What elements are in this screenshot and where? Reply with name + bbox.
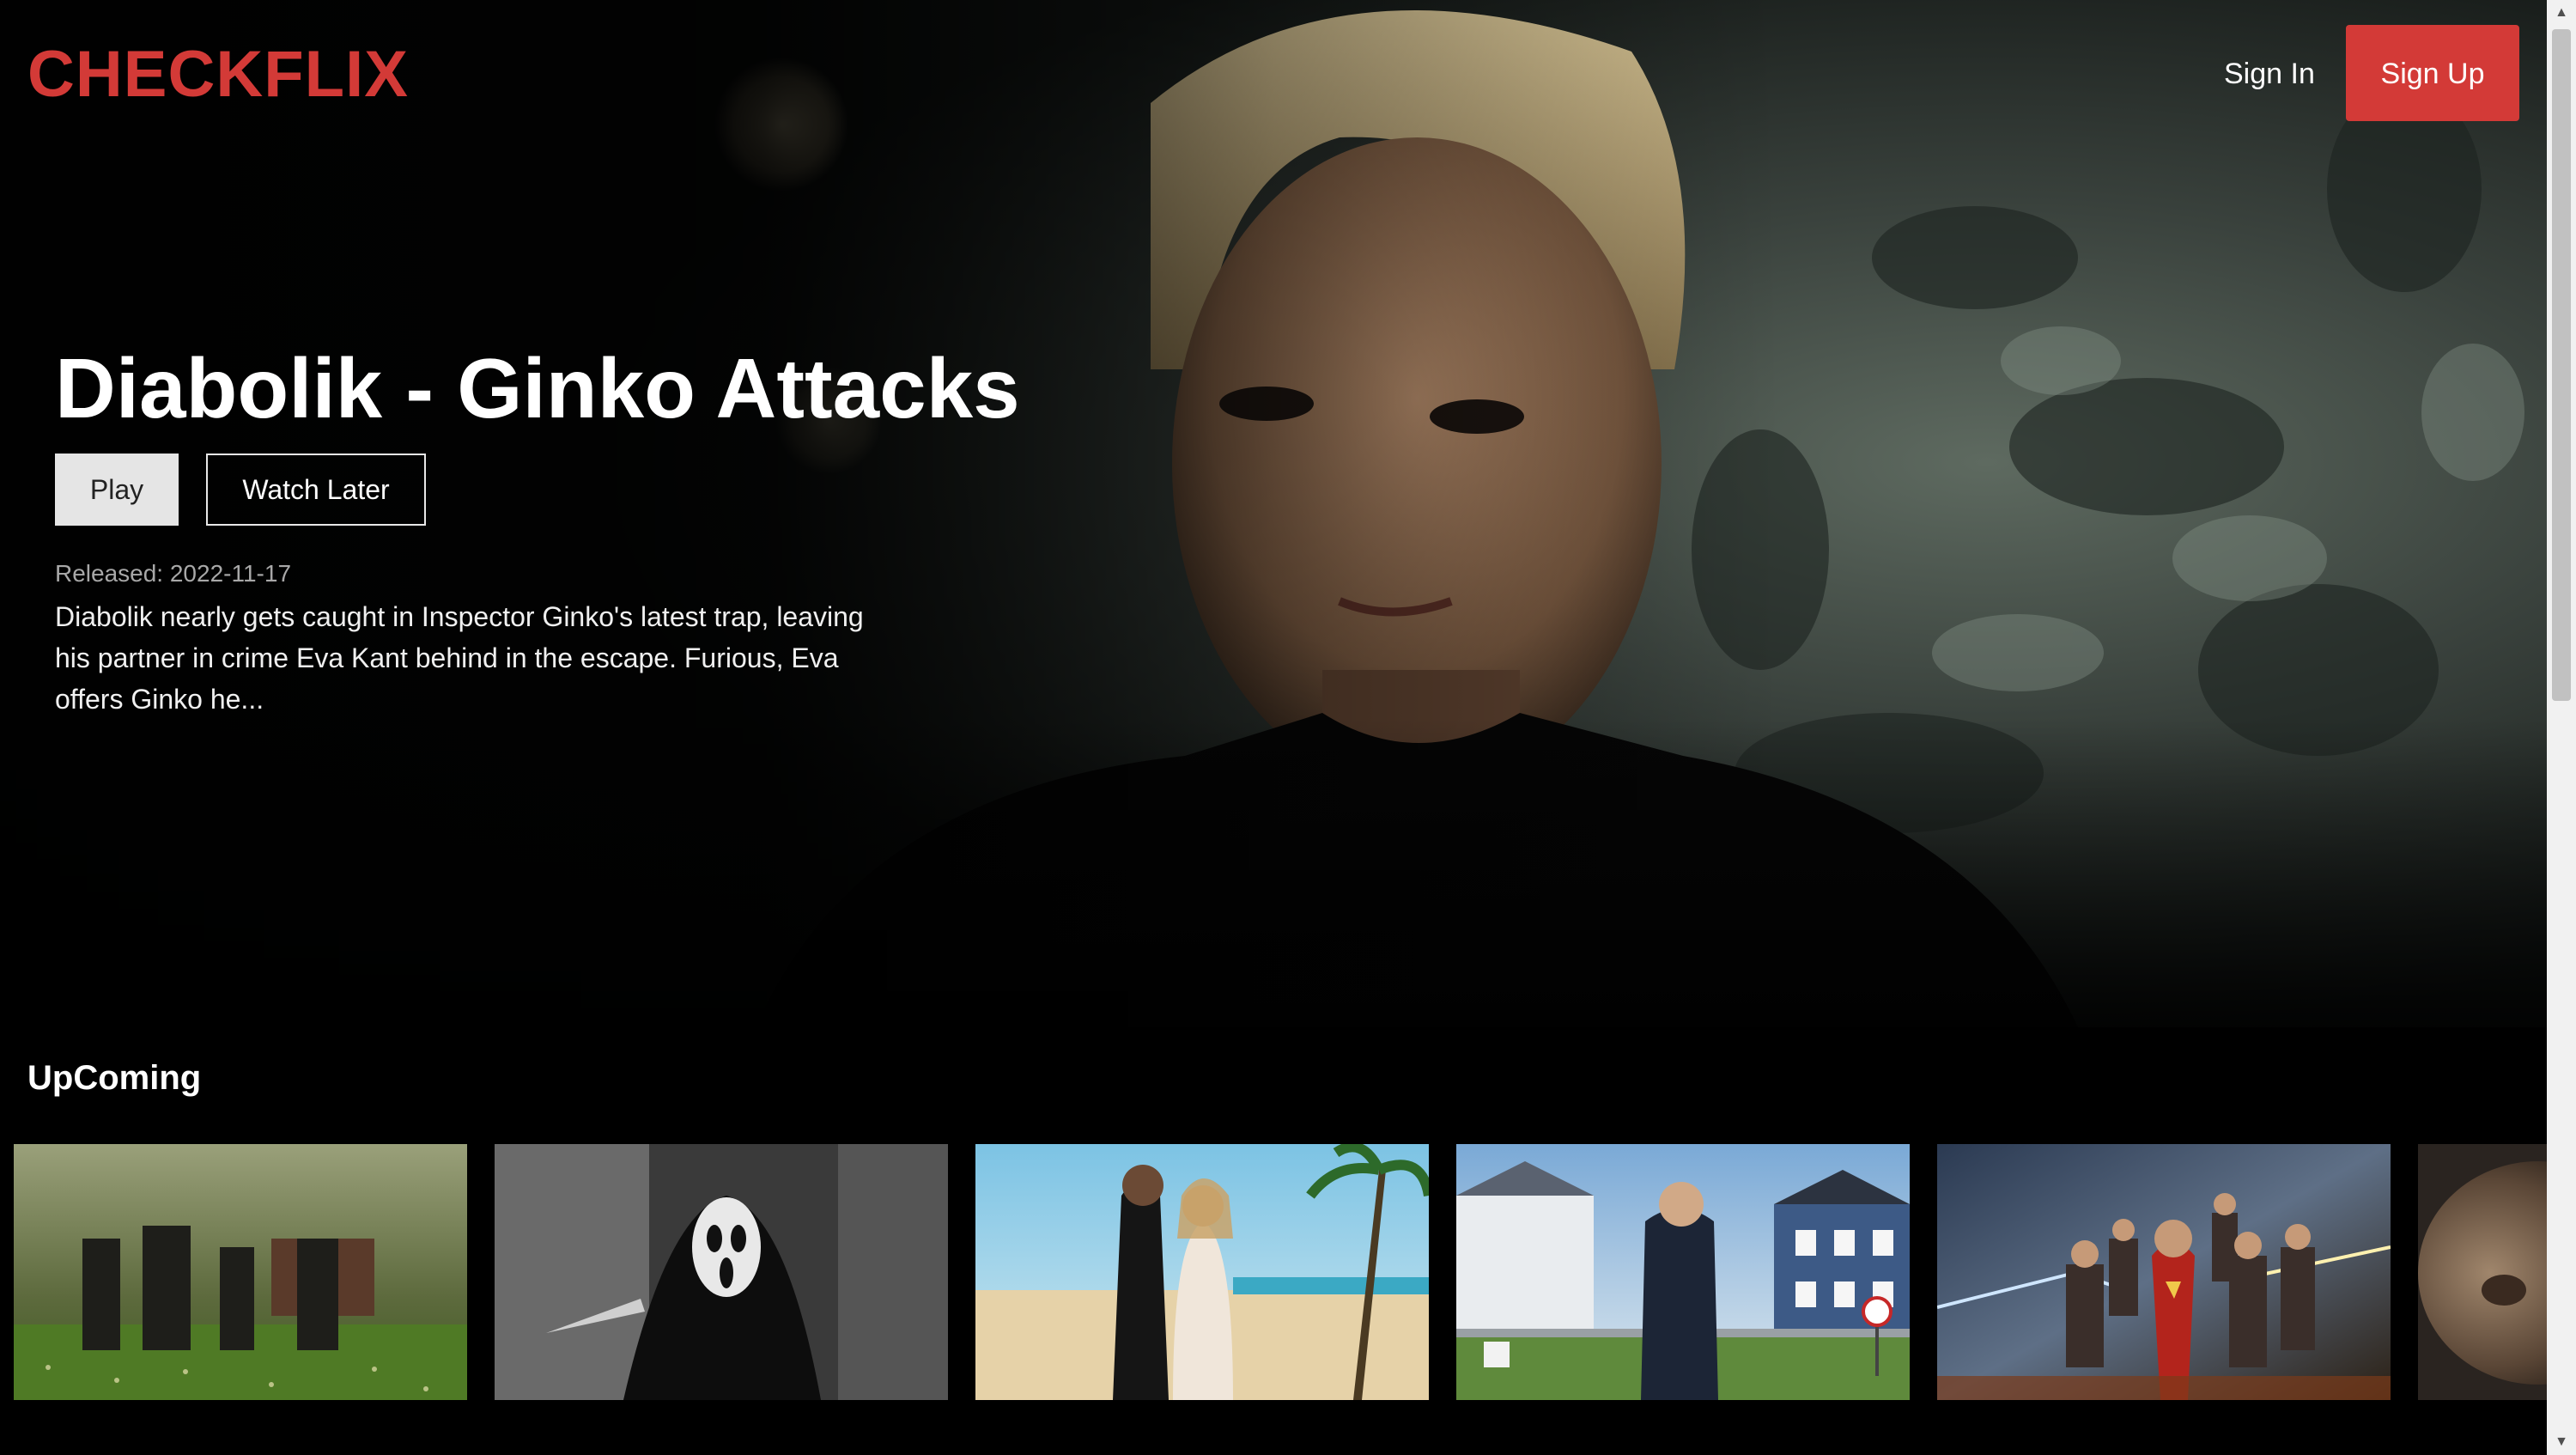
row-title-upcoming: UpComing — [27, 1059, 202, 1097]
poster-image — [495, 1144, 948, 1400]
vertical-scrollbar[interactable]: ▲ ▼ — [2547, 0, 2576, 1455]
watch-later-button[interactable]: Watch Later — [206, 454, 426, 526]
poster-image — [2418, 1144, 2547, 1400]
top-navbar: CHECKFLIX Sign In Sign Up — [0, 0, 2547, 146]
movie-poster[interactable] — [1456, 1144, 1910, 1400]
movie-poster[interactable] — [495, 1144, 948, 1400]
checkflix-logo[interactable]: CHECKFLIX — [27, 36, 409, 113]
upcoming-row[interactable] — [14, 1144, 2547, 1400]
page: CHECKFLIX Sign In Sign Up Diabolik - Gin… — [0, 0, 2576, 1455]
movie-poster[interactable] — [975, 1144, 1429, 1400]
poster-image — [1937, 1144, 2391, 1400]
scrollbar-thumb[interactable] — [2552, 29, 2571, 701]
release-date: Released: 2022-11-17 — [55, 560, 292, 587]
movie-poster[interactable] — [14, 1144, 467, 1400]
sign-in-link[interactable]: Sign In — [2224, 50, 2315, 98]
poster-image — [975, 1144, 1429, 1400]
play-button[interactable]: Play — [55, 454, 179, 526]
chevron-up-icon[interactable]: ▲ — [2547, 0, 2576, 26]
chevron-down-icon[interactable]: ▼ — [2547, 1429, 2576, 1455]
hero-overview: Diabolik nearly gets caught in Inspector… — [55, 601, 864, 715]
poster-image — [1456, 1144, 1910, 1400]
poster-image — [14, 1144, 467, 1400]
hero-content: Diabolik - Ginko Attacks Play Watch Late… — [55, 335, 1020, 720]
movie-poster[interactable] — [1937, 1144, 2391, 1400]
hero-banner: CHECKFLIX Sign In Sign Up Diabolik - Gin… — [0, 0, 2547, 1027]
hero-actions: Play Watch Later — [55, 454, 999, 526]
sign-up-button[interactable]: Sign Up — [2346, 25, 2519, 121]
movie-poster[interactable] — [2418, 1144, 2547, 1400]
hero-title: Diabolik - Ginko Attacks — [55, 341, 1020, 435]
